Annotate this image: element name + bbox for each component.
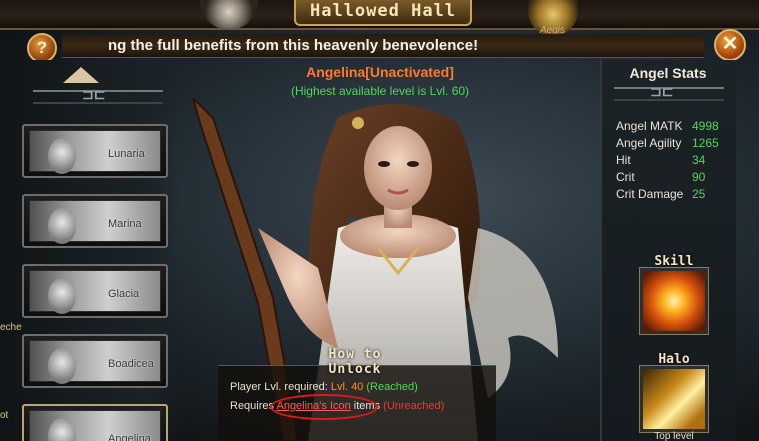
stat-label: Angel MATK <box>616 119 683 133</box>
stat-row: Crit Damage 25 <box>616 187 705 201</box>
angel-name: Marina <box>108 218 142 230</box>
divider-ornament-icon: ⊐⊏ <box>82 86 106 102</box>
stat-value: 4998 <box>692 119 719 133</box>
level-requirement-value: Lvl. 40 <box>330 381 364 393</box>
left-edge-text: eche <box>0 322 22 333</box>
halo-label: Halo <box>658 352 690 367</box>
angel-card-angelina[interactable]: Angelina <box>22 404 168 441</box>
angel-portrait: Boadicea <box>29 340 161 384</box>
angel-card-glacia[interactable]: Glacia <box>22 264 168 318</box>
angel-level-note: (Highest available level is Lvl. 60) <box>290 84 470 98</box>
stat-row: Angel MATK 4998 <box>616 119 719 133</box>
stat-value: 34 <box>692 153 706 167</box>
skill-label: Skill <box>654 254 694 269</box>
stats-title: Angel Stats <box>629 65 707 81</box>
angel-card-lunaria[interactable]: Lunaria <box>22 124 168 178</box>
stat-row: Hit 34 <box>616 153 705 167</box>
help-button[interactable]: ? <box>27 33 57 63</box>
angel-face-icon <box>48 418 76 441</box>
window-title: Hallowed Hall <box>294 0 472 26</box>
level-requirement-status: (Reached) <box>366 381 418 393</box>
stat-row: Crit 90 <box>616 170 705 184</box>
angel-face-icon <box>48 278 76 314</box>
stat-value: 1265 <box>692 136 719 150</box>
item-requirement-status: (Unreached) <box>383 400 445 412</box>
angel-face-icon <box>48 138 76 174</box>
angel-card-marina[interactable]: Marina <box>22 194 168 248</box>
angel-card-boadicea[interactable]: Boadicea <box>22 334 168 388</box>
stat-label: Angel Agility <box>616 136 682 150</box>
marquee-text: ng the full benefits from this heavenly … <box>108 37 479 54</box>
level-requirement: Player Lvl. required: Lvl. 40 (Reached) <box>230 381 418 393</box>
close-button[interactable]: ✕ <box>714 29 746 61</box>
stat-value: 25 <box>692 187 706 201</box>
stat-value: 90 <box>692 170 706 184</box>
angel-face-icon <box>48 208 76 244</box>
angel-title: Angelina[Unactivated] <box>306 64 454 80</box>
angel-portrait: Lunaria <box>29 130 161 174</box>
hallowed-hall-window: Hallowed Hall Aegis ng the full benefits… <box>0 0 759 441</box>
halo-slot-icon[interactable] <box>639 365 709 433</box>
angel-name: Lunaria <box>108 148 145 160</box>
stat-label: Crit Damage <box>616 187 684 201</box>
angel-name: Angelina <box>108 433 151 441</box>
divider-ornament-icon: ⊐⊏ <box>650 83 674 99</box>
unlock-heading: How to Unlock <box>328 347 382 377</box>
annotation-circle <box>270 394 378 420</box>
scroll-up-arrow-icon[interactable] <box>63 67 99 83</box>
halo-caption: Top level <box>654 431 694 441</box>
left-edge-text: ot <box>0 410 9 421</box>
angel-face-icon <box>48 348 76 384</box>
angel-name: Glacia <box>108 288 140 300</box>
angel-portrait: Angelina <box>29 410 161 441</box>
skill-slot-icon[interactable] <box>639 267 709 335</box>
stat-label: Crit <box>616 170 635 184</box>
angel-portrait: Marina <box>29 200 161 244</box>
angel-portrait: Glacia <box>29 270 161 314</box>
stat-label: Hit <box>616 153 631 167</box>
angel-name: Boadicea <box>108 358 154 370</box>
stat-row: Angel Agility 1265 <box>616 136 719 150</box>
level-requirement-label: Player Lvl. required: <box>230 381 331 393</box>
